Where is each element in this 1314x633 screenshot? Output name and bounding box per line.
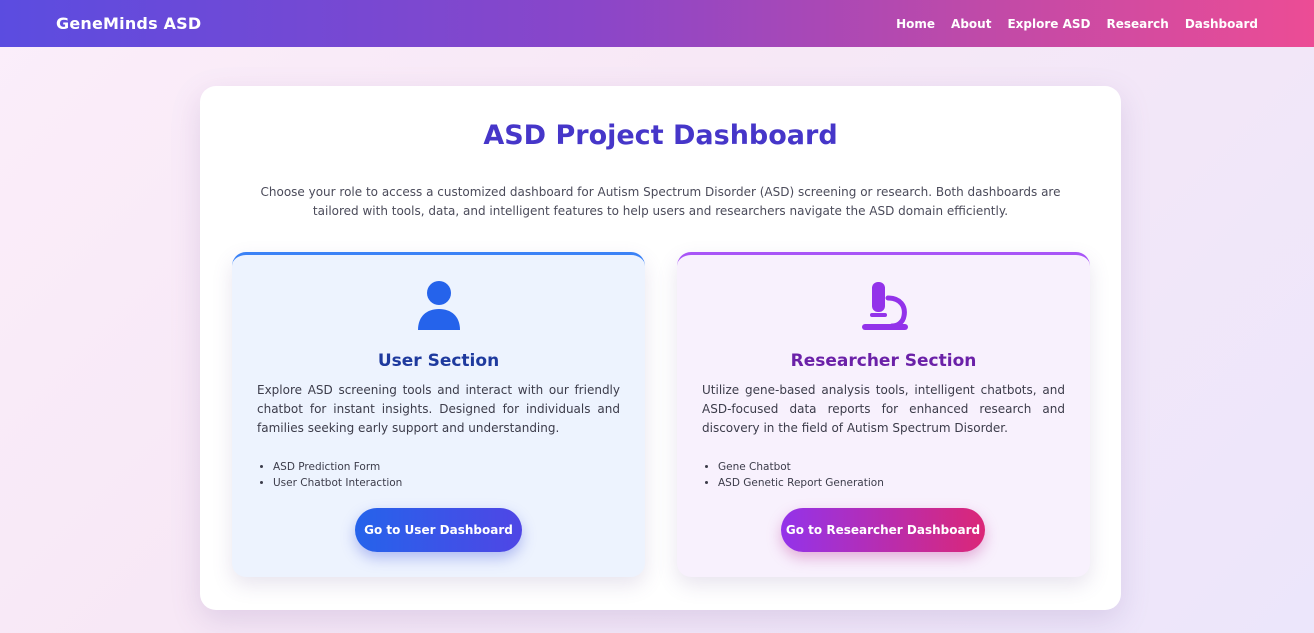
nav-links: Home About Explore ASD Research Dashboar…: [896, 17, 1258, 31]
list-item: Gene Chatbot: [718, 459, 1058, 475]
nav-link-dashboard[interactable]: Dashboard: [1185, 17, 1258, 31]
page-title: ASD Project Dashboard: [483, 120, 838, 151]
intro-text: Choose your role to access a customized …: [260, 185, 1061, 218]
researcher-section-title: Researcher Section: [790, 351, 977, 371]
user-section-title: User Section: [377, 351, 500, 371]
dashboard-panel: ASD Project Dashboard Choose your role t…: [200, 86, 1121, 610]
researcher-section-card: Researcher Section Utilize gene-based an…: [677, 252, 1090, 577]
list-item: ASD Genetic Report Generation: [718, 475, 1058, 491]
user-icon: [417, 281, 460, 330]
user-section-card: User Section Explore ASD screening tools…: [232, 252, 645, 577]
navbar: GeneMinds ASD Home About Explore ASD Res…: [0, 0, 1314, 47]
researcher-section-description: Utilize gene-based analysis tools, intel…: [702, 383, 1065, 435]
user-feature-list: ASD Prediction Form User Chatbot Interac…: [273, 459, 613, 491]
list-item: User Chatbot Interaction: [273, 475, 613, 491]
nav-link-research[interactable]: Research: [1106, 17, 1168, 31]
researcher-feature-list: Gene Chatbot ASD Genetic Report Generati…: [718, 459, 1058, 491]
nav-link-explore-asd[interactable]: Explore ASD: [1007, 17, 1090, 31]
nav-link-about[interactable]: About: [951, 17, 991, 31]
user-section-description: Explore ASD screening tools and interact…: [257, 383, 620, 435]
microscope-icon: [861, 282, 908, 330]
go-to-user-dashboard-button[interactable]: Go to User Dashboard: [355, 508, 522, 552]
go-to-researcher-dashboard-button[interactable]: Go to Researcher Dashboard: [781, 508, 985, 552]
list-item: ASD Prediction Form: [273, 459, 613, 475]
nav-link-home[interactable]: Home: [896, 17, 935, 31]
brand-logo[interactable]: GeneMinds ASD: [56, 14, 201, 33]
